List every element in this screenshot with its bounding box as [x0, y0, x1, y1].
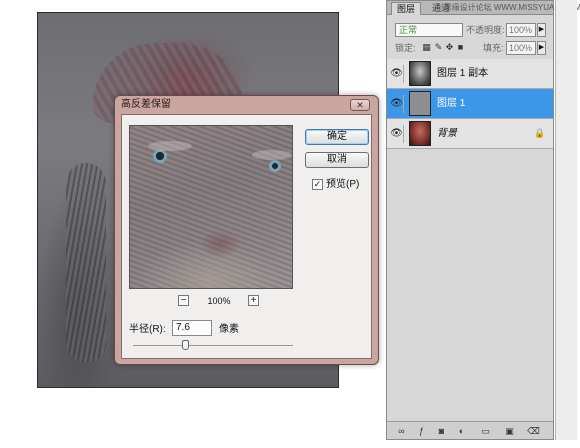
lock-transparent-icon[interactable]: ▦ — [421, 41, 432, 53]
dialog-title: 高反差保留 — [121, 99, 171, 110]
panel-tabs: 图层 通道 思缘设计论坛 WWW.MISSYUAN.COM — [387, 1, 580, 15]
radius-input[interactable]: 7.6 — [172, 320, 212, 336]
layer-name: 图层 1 — [437, 98, 466, 109]
fill-arrow-icon[interactable]: ▶ — [537, 41, 546, 55]
high-pass-dialog: 高反差保留 ✕ − 100% + 确定 取消 ✓ 预览(P) 半径(R): 7.… — [114, 95, 379, 365]
close-button[interactable]: ✕ — [350, 99, 370, 111]
hair-region — [66, 163, 106, 363]
radius-slider-thumb[interactable] — [182, 340, 190, 350]
layer-thumbnail — [409, 61, 431, 86]
cancel-button[interactable]: 取消 — [305, 152, 369, 168]
visibility-eye-icon[interactable]: 👁 — [390, 65, 404, 83]
lock-all-icon[interactable]: ■ — [455, 41, 466, 53]
opacity-arrow-icon[interactable]: ▶ — [537, 23, 546, 37]
fill-label: 填充: — [483, 43, 504, 53]
fill-input[interactable]: 100% — [506, 41, 536, 55]
blend-mode-select[interactable]: 正常 — [395, 23, 463, 37]
delete-layer-icon[interactable]: ⌫ — [527, 425, 540, 437]
radius-slider-track[interactable] — [133, 345, 293, 346]
ok-button[interactable]: 确定 — [305, 129, 369, 145]
radius-unit: 像素 — [219, 324, 239, 335]
opacity-label: 不透明度: — [466, 25, 505, 35]
visibility-eye-icon[interactable]: 👁 — [390, 95, 404, 113]
layer-thumbnail — [409, 91, 431, 116]
preview-image[interactable] — [129, 125, 293, 289]
lock-paint-icon[interactable]: ✎ — [433, 41, 444, 53]
link-layers-icon[interactable]: ∞ — [395, 425, 408, 437]
layers-panel: 图层 通道 思缘设计论坛 WWW.MISSYUAN.COM 正常 不透明度: 1… — [386, 0, 580, 440]
lock-label: 锁定: — [395, 43, 416, 53]
panel-footer: ∞ ƒ ◙ ◐ ▭ ▣ ⌫ — [387, 421, 553, 439]
zoom-out-button[interactable]: − — [178, 295, 189, 306]
preview-detail-left — [148, 141, 192, 151]
layer-name: 图层 1 副本 — [437, 68, 489, 79]
adjustment-layer-icon[interactable]: ◐ — [455, 425, 468, 437]
zoom-in-button[interactable]: + — [248, 295, 259, 306]
workspace-scrollbar[interactable] — [555, 0, 577, 440]
opacity-input[interactable]: 100% — [506, 23, 536, 37]
radius-label: 半径(R): — [129, 324, 166, 335]
layer-thumbnail — [409, 121, 431, 146]
preview-checkbox[interactable]: ✓ — [312, 179, 323, 190]
zoom-level: 100% — [207, 296, 231, 306]
layer-row[interactable]: 👁 背景 🔒 — [387, 119, 553, 149]
layer-row[interactable]: 👁 图层 1 副本 — [387, 59, 553, 89]
new-layer-icon[interactable]: ▣ — [503, 425, 516, 437]
layer-row-selected[interactable]: 👁 图层 1 — [387, 89, 553, 119]
tab-layers[interactable]: 图层 — [391, 2, 422, 15]
layer-lock-icon: 🔒 — [534, 128, 546, 138]
layer-style-icon[interactable]: ƒ — [415, 425, 428, 437]
layer-name: 背景 — [437, 128, 457, 139]
preview-label: 预览(P) — [326, 179, 360, 190]
dialog-body: − 100% + 确定 取消 ✓ 预览(P) 半径(R): 7.6 像素 — [121, 114, 372, 359]
lock-move-icon[interactable]: ✥ — [444, 41, 455, 53]
new-group-icon[interactable]: ▭ — [479, 425, 492, 437]
preview-detail-right — [252, 150, 292, 160]
add-mask-icon[interactable]: ◙ — [435, 425, 448, 437]
visibility-eye-icon[interactable]: 👁 — [390, 125, 404, 143]
